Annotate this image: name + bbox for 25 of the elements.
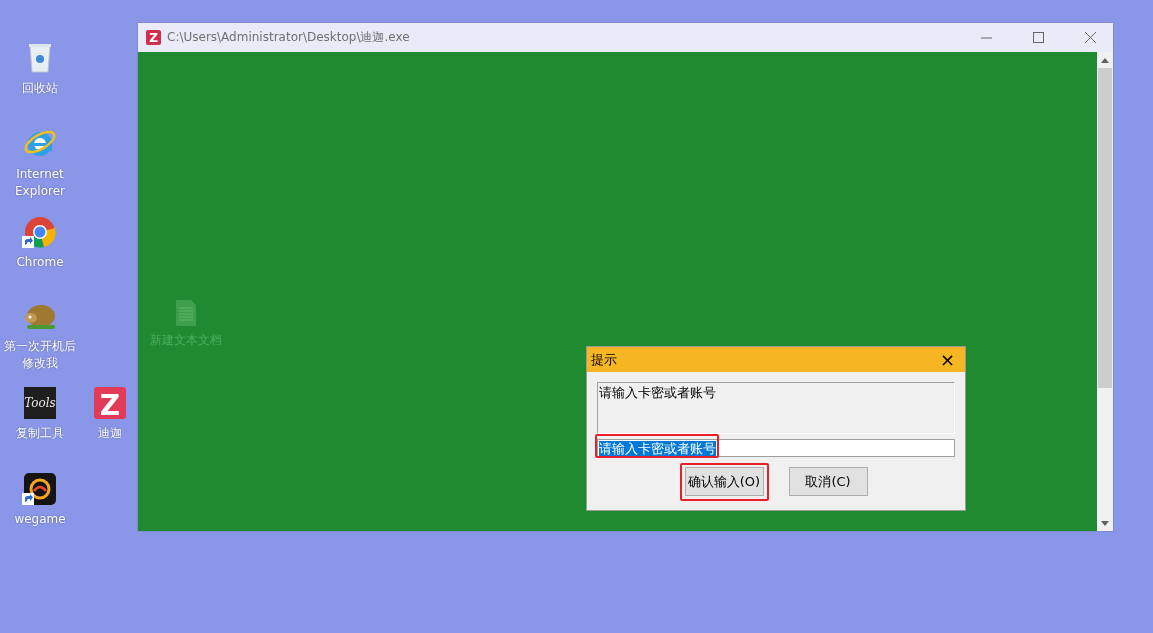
- app-logo: Z: [146, 30, 161, 45]
- down-arrow-icon[interactable]: [1101, 520, 1109, 526]
- icon-label: Chrome: [15, 254, 65, 271]
- window-title: C:\Users\Administrator\Desktop\迪迦.exe: [167, 29, 411, 46]
- tools-icon: Tools: [22, 385, 58, 421]
- dialog-button[interactable]: 取消(C): [788, 467, 868, 496]
- message-text: 请输入卡密或者账号: [597, 382, 955, 434]
- icon-label: wegame: [13, 511, 67, 528]
- close-button[interactable]: ×: [933, 350, 961, 369]
- scrollbar[interactable]: [1097, 52, 1113, 531]
- icon-label: 第一次开机后修改我: [3, 338, 77, 372]
- up-arrow-icon[interactable]: [1101, 57, 1109, 63]
- maximize-icon: [1032, 32, 1044, 43]
- input-field[interactable]: 请输入卡密或者账号: [597, 439, 955, 457]
- icon-label: 回收站: [21, 80, 59, 97]
- close-icon: [1084, 32, 1096, 43]
- dialog-title: 提示: [591, 350, 618, 369]
- scroll-thumb[interactable]: [1098, 68, 1112, 388]
- input-value: 请输入卡密或者账号: [599, 440, 716, 456]
- dialog-button[interactable]: 确认输入(O): [684, 467, 764, 496]
- icon-label: Internet Explorer: [14, 166, 66, 200]
- text-file-icon: [176, 300, 196, 326]
- icon-label: 复制工具: [15, 425, 65, 442]
- z-app-icon: Z: [92, 385, 128, 421]
- icon-label: 迪迦: [97, 425, 123, 442]
